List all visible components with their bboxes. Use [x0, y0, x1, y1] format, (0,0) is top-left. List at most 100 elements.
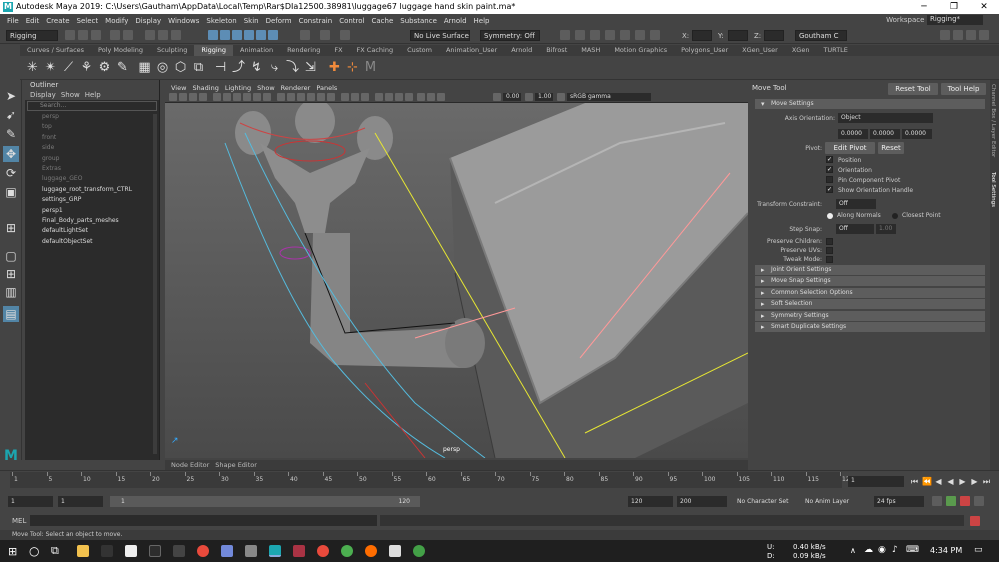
snap-view-icon[interactable] — [244, 30, 254, 40]
user-account-dropdown[interactable]: Goutham C — [795, 30, 847, 41]
outliner-item[interactable]: persp — [25, 112, 159, 122]
lasso-tool-icon[interactable]: ➹ — [3, 107, 19, 123]
axis-y-field[interactable]: 0.0000 — [870, 129, 900, 139]
chrome-icon[interactable] — [317, 545, 329, 557]
outliner-search-input[interactable]: Search... — [27, 101, 157, 111]
blend-shape-icon[interactable]: ⧉ — [190, 59, 207, 76]
modeling-toolkit-icon[interactable] — [940, 30, 950, 40]
gamma-field[interactable]: 1.00 — [535, 93, 553, 101]
tab-xgen-user[interactable]: XGen_User — [735, 45, 785, 56]
step-back-key-icon[interactable]: ⏪ — [922, 477, 932, 486]
volume-icon[interactable]: ♪ — [892, 545, 898, 555]
script-editor-icon[interactable] — [970, 516, 980, 526]
tool-settings-icon[interactable] — [966, 30, 976, 40]
outliner-item[interactable]: front — [25, 133, 159, 143]
insert-joint-icon[interactable]: ✴ — [42, 59, 59, 76]
axis-orientation-dropdown[interactable]: Object — [838, 113, 933, 123]
file-explorer-icon[interactable] — [77, 545, 89, 557]
freeze-transforms-icon[interactable]: ⊹ — [344, 59, 361, 76]
antialiasing-icon[interactable] — [395, 93, 403, 101]
tab-node-editor[interactable]: Node Editor — [171, 461, 209, 469]
chrome-icon[interactable] — [197, 545, 209, 557]
step-snap-dropdown[interactable]: Off — [836, 224, 874, 234]
construction-history-icon[interactable] — [300, 30, 310, 40]
camera-select-icon[interactable] — [169, 93, 177, 101]
animation-end-field[interactable]: 200 — [677, 496, 727, 507]
safe-action-icon[interactable] — [263, 93, 271, 101]
command-input[interactable] — [30, 515, 377, 526]
camera-attributes-icon[interactable] — [179, 93, 187, 101]
menu-create[interactable]: Create — [46, 17, 69, 25]
bookmarks-icon[interactable] — [189, 93, 197, 101]
range-slider-bar[interactable]: 1 120 — [110, 496, 420, 507]
smooth-shade-icon[interactable] — [287, 93, 295, 101]
current-frame-field[interactable]: 1 — [848, 476, 904, 487]
taskbar-app-icon[interactable] — [101, 545, 113, 557]
live-surface-field[interactable]: No Live Surface — [410, 30, 470, 41]
whatsapp-icon[interactable] — [341, 545, 353, 557]
xray-joints-icon[interactable] — [351, 93, 359, 101]
ik-handle-icon[interactable]: ⟋ — [60, 59, 77, 76]
cluster-icon[interactable]: ◎ — [154, 59, 171, 76]
axis-z-field[interactable]: 0.0000 — [902, 129, 932, 139]
tab-shape-editor[interactable]: Shape Editor — [215, 461, 257, 469]
playback-end-field[interactable]: 120 — [628, 496, 673, 507]
menu-skin[interactable]: Skin — [244, 17, 259, 25]
anim-prefs-icon[interactable] — [960, 496, 970, 506]
smart-duplicate-settings-section[interactable]: Smart Duplicate Settings — [755, 322, 985, 332]
outliner-item[interactable]: group — [25, 154, 159, 164]
view-transform-icon[interactable] — [557, 93, 565, 101]
tab-turtle[interactable]: TURTLE — [816, 45, 854, 56]
preserve-uvs-checkbox[interactable] — [826, 247, 833, 254]
render-settings-icon[interactable] — [590, 30, 600, 40]
film-gate-icon[interactable] — [223, 93, 231, 101]
tray-chevron-icon[interactable]: ∧ — [850, 546, 856, 555]
cloud-icon[interactable]: ☁ — [864, 545, 873, 555]
ik-spline-icon[interactable]: ⚘ — [78, 59, 95, 76]
undo-icon[interactable] — [110, 30, 120, 40]
four-view-icon[interactable]: ⊞ — [3, 266, 19, 282]
menu-substance[interactable]: Substance — [400, 17, 437, 25]
scale-tool-icon[interactable]: ▣ — [3, 184, 19, 200]
wireframe-on-shaded-icon[interactable] — [297, 93, 305, 101]
symmetry-settings-section[interactable]: Symmetry Settings — [755, 311, 985, 321]
edit-pivot-button[interactable]: Edit Pivot — [825, 142, 875, 154]
viewport-menu-view[interactable]: View — [171, 84, 186, 92]
tab-channel-box[interactable]: Channel Box / Layer Editor — [990, 84, 996, 157]
move-tool-icon[interactable]: ✥ — [3, 146, 19, 162]
auto-key-icon[interactable] — [932, 496, 942, 506]
parent-constraint-icon[interactable]: ⤷ — [266, 59, 283, 76]
snap-vertex-icon[interactable] — [268, 30, 278, 40]
snap-grid-icon[interactable] — [208, 30, 218, 40]
taskbar-app-icon[interactable] — [413, 545, 425, 557]
channel-box-icon[interactable] — [979, 30, 989, 40]
ambient-occlusion-icon[interactable] — [375, 93, 383, 101]
snap-curve-icon[interactable] — [220, 30, 230, 40]
pole-vector-icon[interactable]: ⇲ — [302, 59, 319, 76]
x-coord-field[interactable] — [692, 30, 712, 41]
move-snap-settings-section[interactable]: Move Snap Settings — [755, 276, 985, 286]
gamma-toggle-icon[interactable] — [437, 93, 445, 101]
outliner-item[interactable]: Extras — [25, 164, 159, 174]
menu-edit[interactable]: Edit — [26, 17, 40, 25]
gamma-icon[interactable] — [525, 93, 533, 101]
menu-select[interactable]: Select — [77, 17, 99, 25]
along-normals-radio[interactable] — [827, 213, 833, 219]
outliner-menu-display[interactable]: Display — [30, 90, 56, 100]
save-scene-icon[interactable] — [91, 30, 101, 40]
textured-icon[interactable] — [307, 93, 315, 101]
menu-arnold[interactable]: Arnold — [444, 17, 467, 25]
outliner-scrollbar[interactable] — [153, 114, 157, 454]
position-checkbox[interactable]: ✓ — [826, 156, 833, 163]
tab-tool-settings[interactable]: Tool Settings — [990, 172, 996, 207]
joint-orient-settings-section[interactable]: Joint Orient Settings — [755, 265, 985, 275]
show-manipulator-icon[interactable]: ⊞ — [3, 220, 19, 236]
transform-constraint-dropdown[interactable]: Off — [836, 199, 876, 209]
task-view-icon[interactable]: ⧉ — [51, 544, 59, 558]
depth-of-field-icon[interactable] — [405, 93, 413, 101]
viewport-menu-show[interactable]: Show — [257, 84, 275, 92]
select-object-icon[interactable] — [158, 30, 168, 40]
menu-skeleton[interactable]: Skeleton — [206, 17, 236, 25]
taskbar-app-icon[interactable] — [389, 545, 401, 557]
z-coord-field[interactable] — [764, 30, 784, 41]
